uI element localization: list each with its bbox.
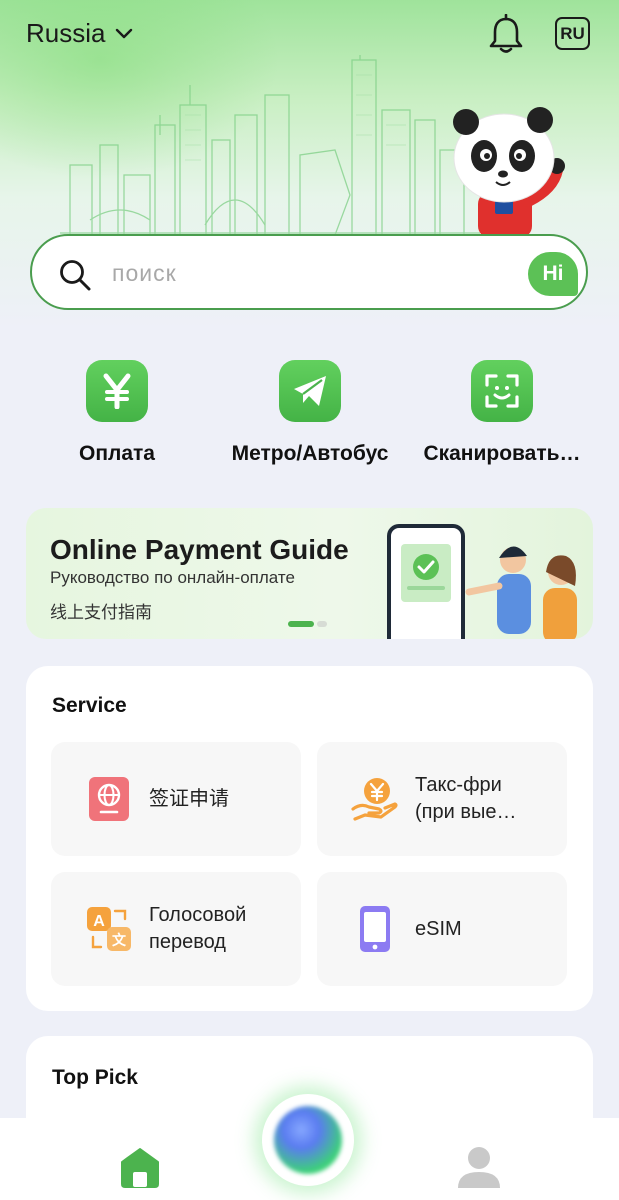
service-label: Такс-фри (при вые…: [415, 742, 555, 856]
service-label-line: Голосовой: [149, 904, 247, 926]
svg-text:A: A: [93, 913, 105, 930]
service-label-line: Такс-фри: [415, 774, 502, 796]
assistant-orb-button[interactable]: [262, 1094, 354, 1186]
panda-mascot: [453, 107, 565, 238]
service-label-line: eSIM: [415, 917, 462, 940]
chevron-down-icon: [116, 28, 133, 38]
promo-banner[interactable]: Online Payment Guide Руководство по онла…: [26, 508, 593, 639]
translate-icon: A 文: [87, 907, 131, 951]
carousel-dot-active: [288, 621, 314, 627]
top-bar: Russia RU: [0, 0, 619, 70]
service-esim[interactable]: eSIM: [317, 872, 567, 986]
service-card: Service 签证申请 Такс-фри (при вые… A 文 Голо…: [26, 666, 593, 1011]
banner-subtitle-ru: Руководство по онлайн-оплате: [50, 568, 295, 587]
passport-icon: [89, 777, 129, 821]
svg-text:文: 文: [112, 932, 127, 949]
carousel-dot: [317, 621, 327, 627]
service-label: eSIM: [415, 872, 555, 986]
quick-action-label: Оплата: [78, 442, 155, 465]
language-button[interactable]: RU: [555, 17, 590, 50]
search-placeholder[interactable]: поиск: [112, 260, 177, 287]
mobile-phone-icon: [360, 906, 390, 952]
service-label-line: (при вые…: [415, 801, 517, 823]
assistant-hi-button[interactable]: Hi: [528, 252, 578, 296]
service-tax-free[interactable]: Такс-фри (при вые…: [317, 742, 567, 856]
ai-orb-icon: [274, 1106, 342, 1174]
quick-action-payment[interactable]: Оплата: [17, 360, 217, 466]
paper-plane-icon: [279, 360, 341, 422]
scan-icon: [471, 360, 533, 422]
service-label-line: перевод: [149, 931, 226, 953]
quick-action-label: Сканировать…: [423, 442, 581, 465]
search-icon: [60, 260, 91, 291]
payment-guide-illustration: [387, 524, 577, 639]
bell-icon[interactable]: [487, 14, 525, 54]
service-voice-translation[interactable]: A 文 Голосовой перевод: [51, 872, 301, 986]
service-label-line: 签证申请: [149, 787, 229, 810]
search-bar[interactable]: поиск Hi: [30, 234, 588, 310]
top-pick-title: Top Pick: [52, 1066, 138, 1089]
tax-free-icon: [351, 778, 398, 821]
user-icon[interactable]: [456, 1144, 502, 1190]
region-selector[interactable]: Russia: [26, 18, 133, 49]
service-label: Голосовой перевод: [149, 872, 289, 986]
quick-action-label: Метро/Автобус: [231, 442, 389, 465]
quick-action-metro-bus[interactable]: Метро/Автобус: [210, 360, 410, 466]
region-label: Russia: [26, 18, 106, 48]
carousel-indicator: [288, 621, 327, 627]
home-icon[interactable]: [118, 1146, 162, 1188]
service-title: Service: [52, 694, 127, 717]
yuan-icon: [86, 360, 148, 422]
service-visa-application[interactable]: 签证申请: [51, 742, 301, 856]
quick-action-scan[interactable]: Сканировать…: [402, 360, 602, 466]
city-skyline-illustration: [60, 55, 480, 235]
banner-subtitle-zh: 线上支付指南: [50, 603, 152, 622]
banner-title: Online Payment Guide: [50, 534, 349, 565]
service-label: 签证申请: [149, 742, 289, 856]
